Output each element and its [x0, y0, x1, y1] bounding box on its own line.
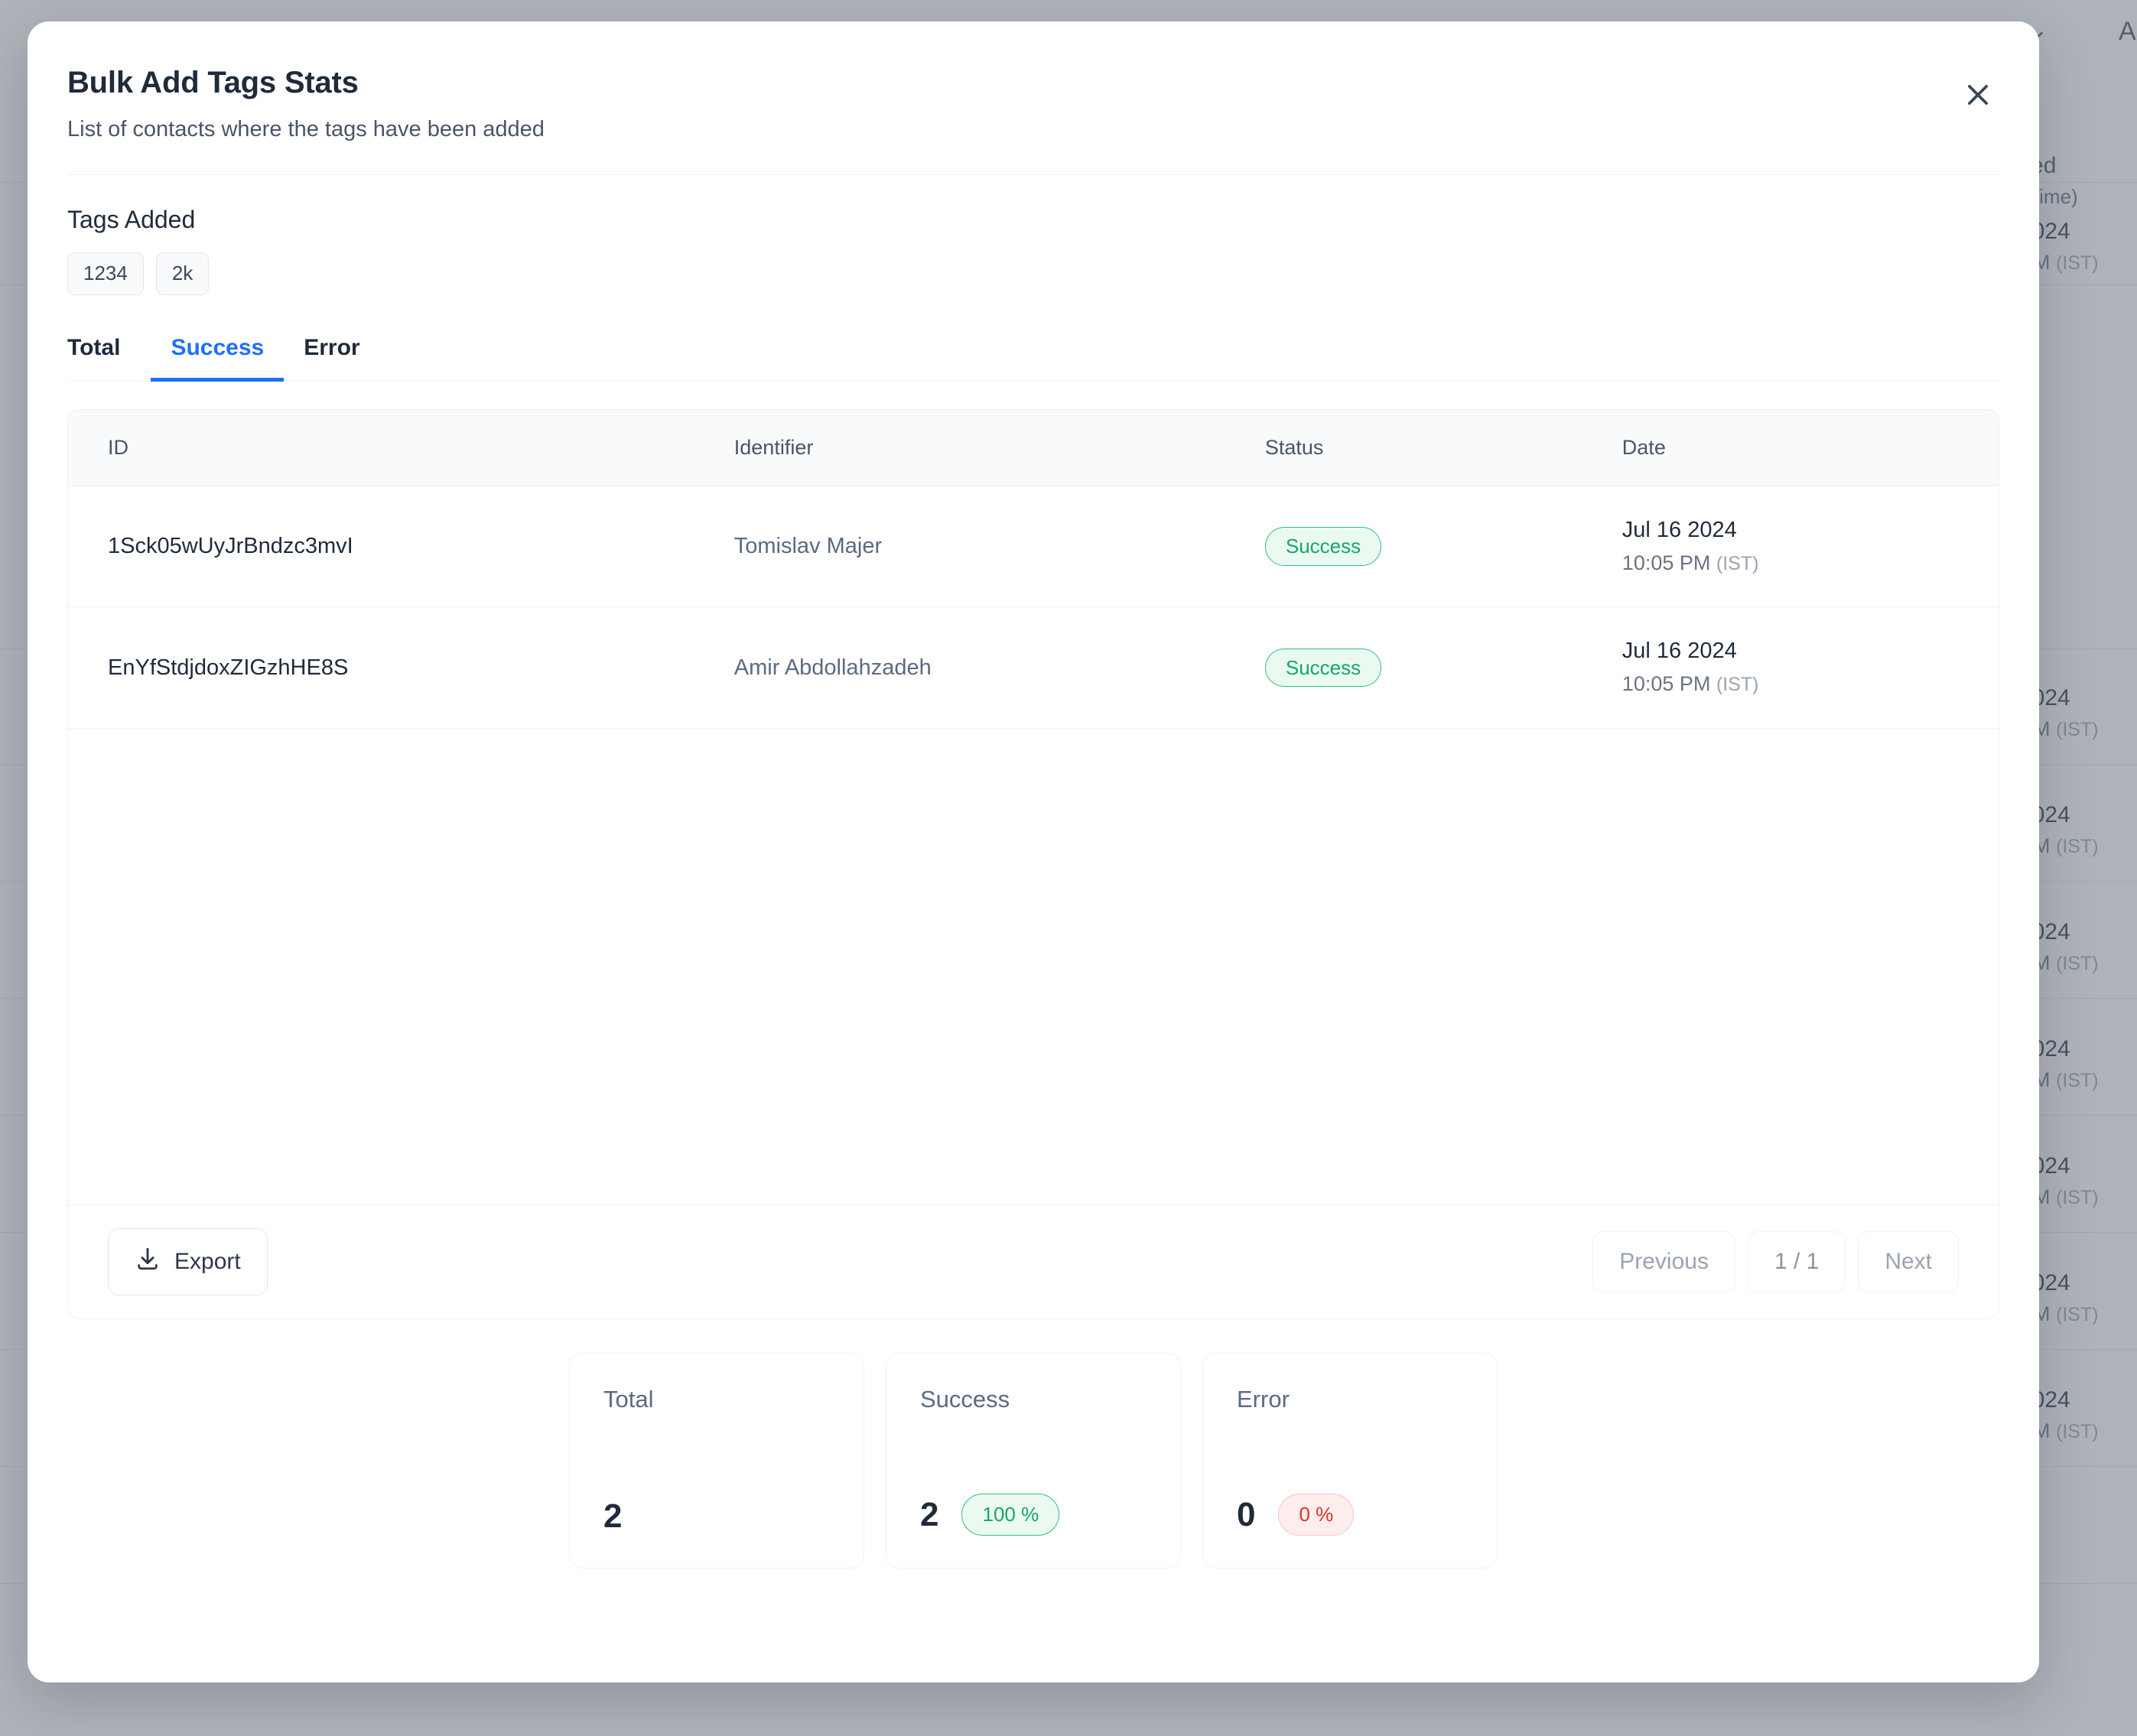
stat-percentage-badge: 0 % — [1278, 1494, 1355, 1536]
stat-card-success: Success 2 100 % — [886, 1352, 1181, 1569]
next-page-button[interactable]: Next — [1858, 1230, 1959, 1292]
tags-added-label: Tags Added — [67, 206, 196, 233]
stat-value: 2 — [920, 1495, 939, 1533]
row-time-value: 10:05 PM — [1621, 672, 1711, 696]
column-header-date: Date — [1621, 409, 1999, 486]
stat-label: Success — [920, 1385, 1010, 1413]
results-table: ID Identifier Status Date 1Sck05wUyJrBnd… — [68, 409, 1999, 729]
stat-label: Total — [603, 1385, 654, 1413]
page-indicator: 1 / 1 — [1747, 1230, 1846, 1292]
stat-label: Error — [1237, 1385, 1290, 1413]
previous-page-button[interactable]: Previous — [1592, 1230, 1735, 1292]
row-date: Jul 16 2024 10:05 PM (IST) — [1622, 518, 1999, 575]
summary-stats: Total 2 Success 2 100 % Error 0 0 % — [67, 1352, 1999, 1569]
table-row[interactable]: 1Sck05wUyJrBndzc3mvI Tomislav Majer Succ… — [68, 486, 1999, 608]
stat-bottom: 2 100 % — [920, 1494, 1147, 1536]
row-identifier-value: Tomislav Majer — [733, 534, 883, 559]
row-identifier-value: Amir Abdollahzadeh — [733, 655, 932, 680]
pagination: Previous 1 / 1 Next — [1592, 1230, 1959, 1292]
stat-card-total: Total 2 — [569, 1352, 864, 1569]
page-subtitle: List of contacts where the tags have bee… — [67, 117, 545, 141]
row-date-value: Jul 16 2024 — [1621, 639, 1737, 664]
cell-id: 1Sck05wUyJrBndzc3mvI — [68, 486, 734, 608]
results-table-wrap: ID Identifier Status Date 1Sck05wUyJrBnd… — [68, 409, 1999, 1204]
column-header-id: ID — [68, 409, 734, 486]
stat-bottom: 2 — [603, 1497, 830, 1536]
tab-success[interactable]: Success — [151, 335, 285, 382]
cell-identifier: Amir Abdollahzadeh — [733, 606, 1265, 729]
table-header-row: ID Identifier Status Date — [68, 409, 1999, 486]
row-time: 10:05 PM (IST) — [1621, 672, 1999, 696]
cell-date: Jul 16 2024 10:05 PM (IST) — [1621, 486, 1999, 608]
bulk-add-tags-stats-modal: Bulk Add Tags Stats List of contacts whe… — [28, 21, 2039, 1682]
cell-id: EnYfStdjdoxZIGzhHE8S — [68, 606, 734, 729]
tag-chip[interactable]: 2k — [155, 252, 210, 295]
table-footer: Export Previous 1 / 1 Next — [68, 1204, 1999, 1318]
stat-bottom: 0 0 % — [1237, 1494, 1463, 1536]
row-time-value: 10:05 PM — [1621, 551, 1711, 574]
export-button-label: Export — [174, 1248, 241, 1274]
row-date: Jul 16 2024 10:05 PM (IST) — [1622, 639, 1999, 696]
row-id-value: 1Sck05wUyJrBndzc3mvI — [108, 534, 353, 559]
row-timezone: (IST) — [1716, 674, 1759, 696]
row-id-value: EnYfStdjdoxZIGzhHE8S — [108, 655, 349, 680]
table-row[interactable]: EnYfStdjdoxZIGzhHE8S Amir Abdollahzadeh … — [68, 606, 1999, 729]
close-icon[interactable] — [1956, 73, 1999, 116]
tag-chip[interactable]: 1234 — [67, 252, 144, 295]
table-body: 1Sck05wUyJrBndzc3mvI Tomislav Majer Succ… — [68, 486, 1999, 729]
status-badge: Success — [1264, 527, 1382, 566]
cell-status: Success — [1264, 486, 1622, 608]
stats-tabs: Total Success Error — [67, 335, 1999, 382]
header-divider — [67, 174, 1999, 175]
row-time: 10:05 PM (IST) — [1621, 551, 1999, 575]
column-header-identifier: Identifier — [733, 409, 1265, 486]
stat-value: 0 — [1237, 1495, 1256, 1533]
download-icon — [135, 1246, 161, 1278]
table-head: ID Identifier Status Date — [68, 409, 1999, 486]
row-date-value: Jul 16 2024 — [1621, 517, 1737, 542]
tab-error[interactable]: Error — [284, 335, 379, 382]
export-button[interactable]: Export — [108, 1227, 268, 1295]
tags-list: 1234 2k — [67, 252, 1999, 295]
stat-percentage-badge: 100 % — [961, 1494, 1060, 1536]
page-title: Bulk Add Tags Stats — [67, 66, 359, 99]
status-badge: Success — [1264, 648, 1382, 688]
row-timezone: (IST) — [1716, 552, 1759, 574]
results-table-panel: ID Identifier Status Date 1Sck05wUyJrBnd… — [67, 408, 1999, 1319]
cell-status: Success — [1264, 606, 1622, 729]
column-header-status: Status — [1264, 409, 1622, 486]
cell-date: Jul 16 2024 10:05 PM (IST) — [1621, 606, 1999, 729]
tab-total[interactable]: Total — [67, 335, 140, 382]
stat-value: 2 — [603, 1497, 623, 1535]
stat-card-error: Error 0 0 % — [1202, 1352, 1498, 1569]
cell-identifier: Tomislav Majer — [733, 486, 1265, 608]
